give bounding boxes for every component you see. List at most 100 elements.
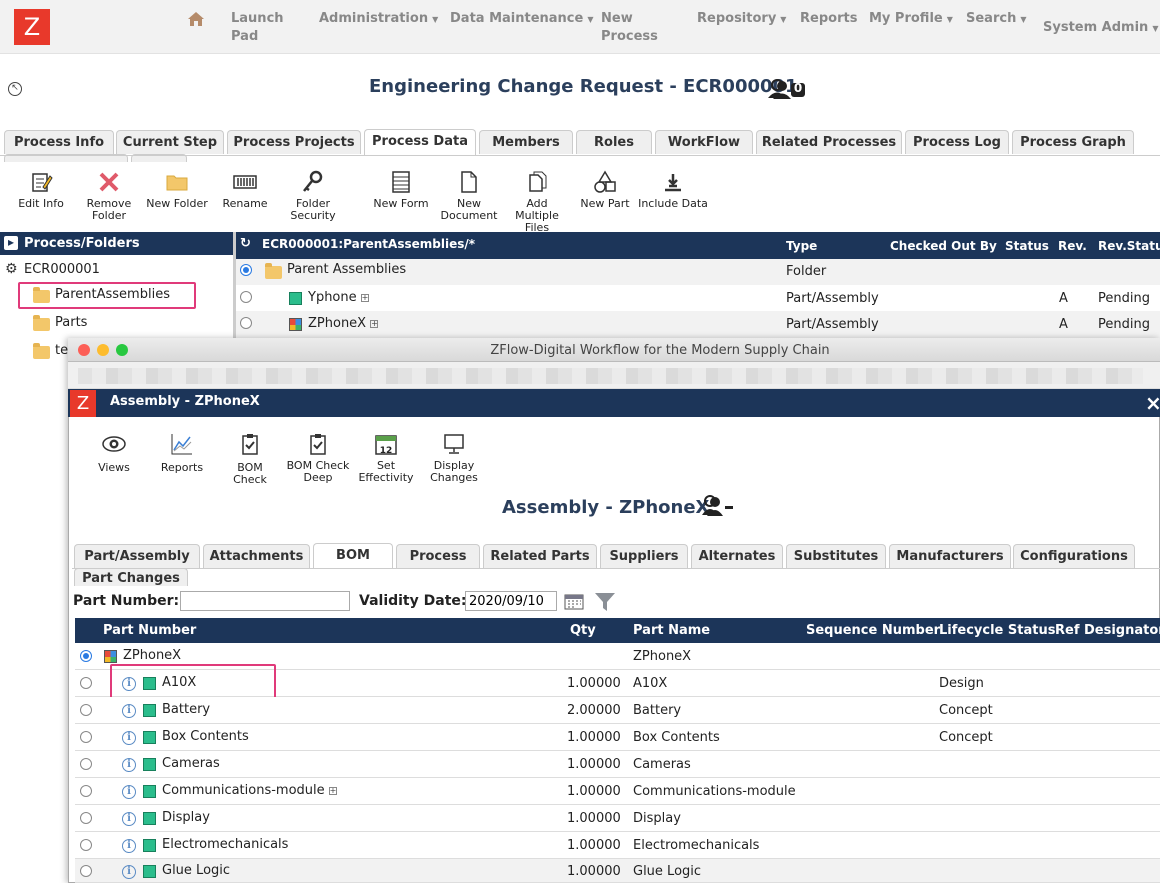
app-logo[interactable]: Z — [14, 9, 50, 45]
window-zoom-dot[interactable] — [116, 344, 128, 356]
row-radio[interactable] — [80, 785, 92, 797]
bom-part-number[interactable]: Communications-module + — [162, 783, 337, 798]
row-radio[interactable] — [80, 731, 92, 743]
nav-search[interactable]: Search ▼ — [966, 10, 1026, 29]
bom-part-number[interactable]: Electromechanicals — [162, 837, 288, 852]
info-icon[interactable]: i — [122, 839, 136, 853]
tab-alternates[interactable]: Alternates — [691, 544, 783, 568]
col-lifecycle-status[interactable]: Lifecycle Status — [939, 623, 1055, 638]
nav-new-process[interactable]: New Process — [601, 10, 661, 46]
col-checked-out-by[interactable]: Checked Out By — [890, 239, 997, 253]
assign-user-icon[interactable] — [702, 495, 734, 517]
tab-roles[interactable]: Roles — [576, 130, 652, 154]
part-number-input[interactable] — [180, 591, 350, 611]
new-part-button[interactable]: New Part — [578, 170, 632, 210]
tab-process-data[interactable]: Process Data — [364, 129, 476, 155]
nav-user-menu[interactable]: System Admin ▼ — [1043, 19, 1158, 38]
bom-part-number[interactable]: Glue Logic — [162, 863, 230, 878]
tab-bom[interactable]: BOM — [313, 543, 393, 569]
col-sequence-number[interactable]: Sequence Number — [806, 623, 940, 638]
row-radio[interactable] — [80, 677, 92, 689]
tab-process-log[interactable]: Process Log — [905, 130, 1009, 154]
nav-my-profile[interactable]: My Profile ▼ — [869, 10, 953, 29]
col-part-number[interactable]: Part Number — [103, 623, 196, 638]
col-rev[interactable]: Rev. — [1058, 239, 1087, 253]
col-status[interactable]: Status — [1005, 239, 1049, 253]
nav-data-maintenance[interactable]: Data Maintenance ▼ — [450, 10, 594, 29]
tab-configurations[interactable]: Configurations — [1013, 544, 1135, 568]
remove-folder-button[interactable]: Remove Folder — [84, 170, 134, 222]
tree-toggle-icon[interactable]: ▸ — [4, 236, 18, 250]
row-radio[interactable] — [80, 812, 92, 824]
folder-security-button[interactable]: Folder Security — [284, 170, 342, 222]
info-icon[interactable]: i — [122, 865, 136, 879]
calendar-picker-icon[interactable] — [564, 594, 584, 610]
tab-suppliers[interactable]: Suppliers — [600, 544, 688, 568]
row-radio[interactable] — [80, 758, 92, 770]
new-folder-button[interactable]: New Folder — [146, 170, 208, 210]
nav-repository[interactable]: Repository ▼ — [697, 10, 786, 29]
refresh-icon[interactable]: ↻ — [240, 236, 251, 251]
col-part-name[interactable]: Part Name — [633, 623, 710, 638]
row-radio[interactable] — [80, 704, 92, 716]
info-icon[interactable]: i — [122, 812, 136, 826]
row-name[interactable]: Yphone + — [308, 290, 369, 305]
bom-check-button[interactable]: BOM Check — [220, 432, 280, 486]
close-icon[interactable]: × — [1145, 392, 1160, 414]
filter-icon[interactable] — [594, 591, 616, 613]
info-icon[interactable]: i — [122, 785, 136, 799]
tab-process-info[interactable]: Process Info — [4, 130, 114, 154]
validity-date-input[interactable] — [465, 591, 557, 611]
tab-process-graph[interactable]: Process Graph — [1012, 130, 1134, 154]
row-radio[interactable] — [240, 264, 252, 276]
edit-info-button[interactable]: Edit Info — [16, 170, 66, 210]
row-radio[interactable] — [240, 291, 252, 303]
row-radio[interactable] — [80, 865, 92, 877]
nav-administration[interactable]: Administration ▼ — [319, 10, 438, 29]
folder-tree-root[interactable]: ECR000001 — [24, 262, 100, 277]
row-name[interactable]: Parent Assemblies — [287, 262, 406, 277]
tab-part-assembly[interactable]: Part/Assembly — [74, 544, 200, 568]
bom-part-number[interactable]: Battery — [162, 702, 210, 717]
tab-process-projects[interactable]: Process Projects — [227, 130, 361, 154]
new-document-button[interactable]: New Document — [440, 170, 498, 222]
nav-launch-pad[interactable]: Launch Pad — [231, 10, 291, 46]
table-row[interactable] — [236, 285, 1160, 311]
col-rev-status[interactable]: Rev.Statu — [1098, 239, 1160, 253]
new-form-button[interactable]: New Form — [372, 170, 430, 210]
row-radio[interactable] — [80, 650, 92, 662]
views-button[interactable]: Views — [94, 432, 134, 474]
bom-part-number[interactable]: Box Contents — [162, 729, 249, 744]
tab-related-processes[interactable]: Related Processes — [756, 130, 902, 154]
include-data-button[interactable]: Include Data — [638, 170, 708, 210]
collapse-icon[interactable]: ↖ — [8, 82, 22, 96]
tab-workflow[interactable]: WorkFlow — [655, 130, 753, 154]
expand-icon[interactable]: + — [360, 293, 369, 302]
set-effectivity-button[interactable]: 12 Set Effectivity — [356, 432, 416, 484]
tab-part-changes[interactable]: Part Changes — [74, 568, 188, 586]
expand-icon[interactable]: + — [370, 319, 379, 328]
col-type[interactable]: Type — [786, 239, 817, 253]
tab-attachments[interactable]: Attachments — [203, 544, 310, 568]
window-close-dot[interactable] — [78, 344, 90, 356]
bom-part-number[interactable]: Cameras — [162, 756, 220, 771]
window-minimize-dot[interactable] — [97, 344, 109, 356]
row-radio[interactable] — [240, 317, 252, 329]
tab-substitutes[interactable]: Substitutes — [786, 544, 886, 568]
bom-part-number[interactable]: ZPhoneX — [123, 648, 181, 663]
tab-members[interactable]: Members — [479, 130, 573, 154]
info-icon[interactable]: i — [122, 731, 136, 745]
rename-button[interactable]: Rename — [220, 170, 270, 210]
bom-check-deep-button[interactable]: BOM Check Deep — [286, 432, 350, 484]
nav-reports[interactable]: Reports — [800, 10, 857, 28]
folder-tree-item-parts[interactable]: Parts — [55, 315, 87, 330]
info-icon[interactable]: i — [122, 704, 136, 718]
bom-part-number[interactable]: Display — [162, 810, 210, 825]
home-icon[interactable] — [187, 10, 205, 28]
add-multiple-files-button[interactable]: Add Multiple Files — [504, 170, 570, 234]
folder-tree-item-te[interactable]: te — [55, 343, 68, 358]
info-icon[interactable]: i — [122, 758, 136, 772]
row-radio[interactable] — [80, 839, 92, 851]
col-ref-designator[interactable]: Ref Designator — [1055, 623, 1160, 638]
tab-process[interactable]: Process — [396, 544, 480, 568]
